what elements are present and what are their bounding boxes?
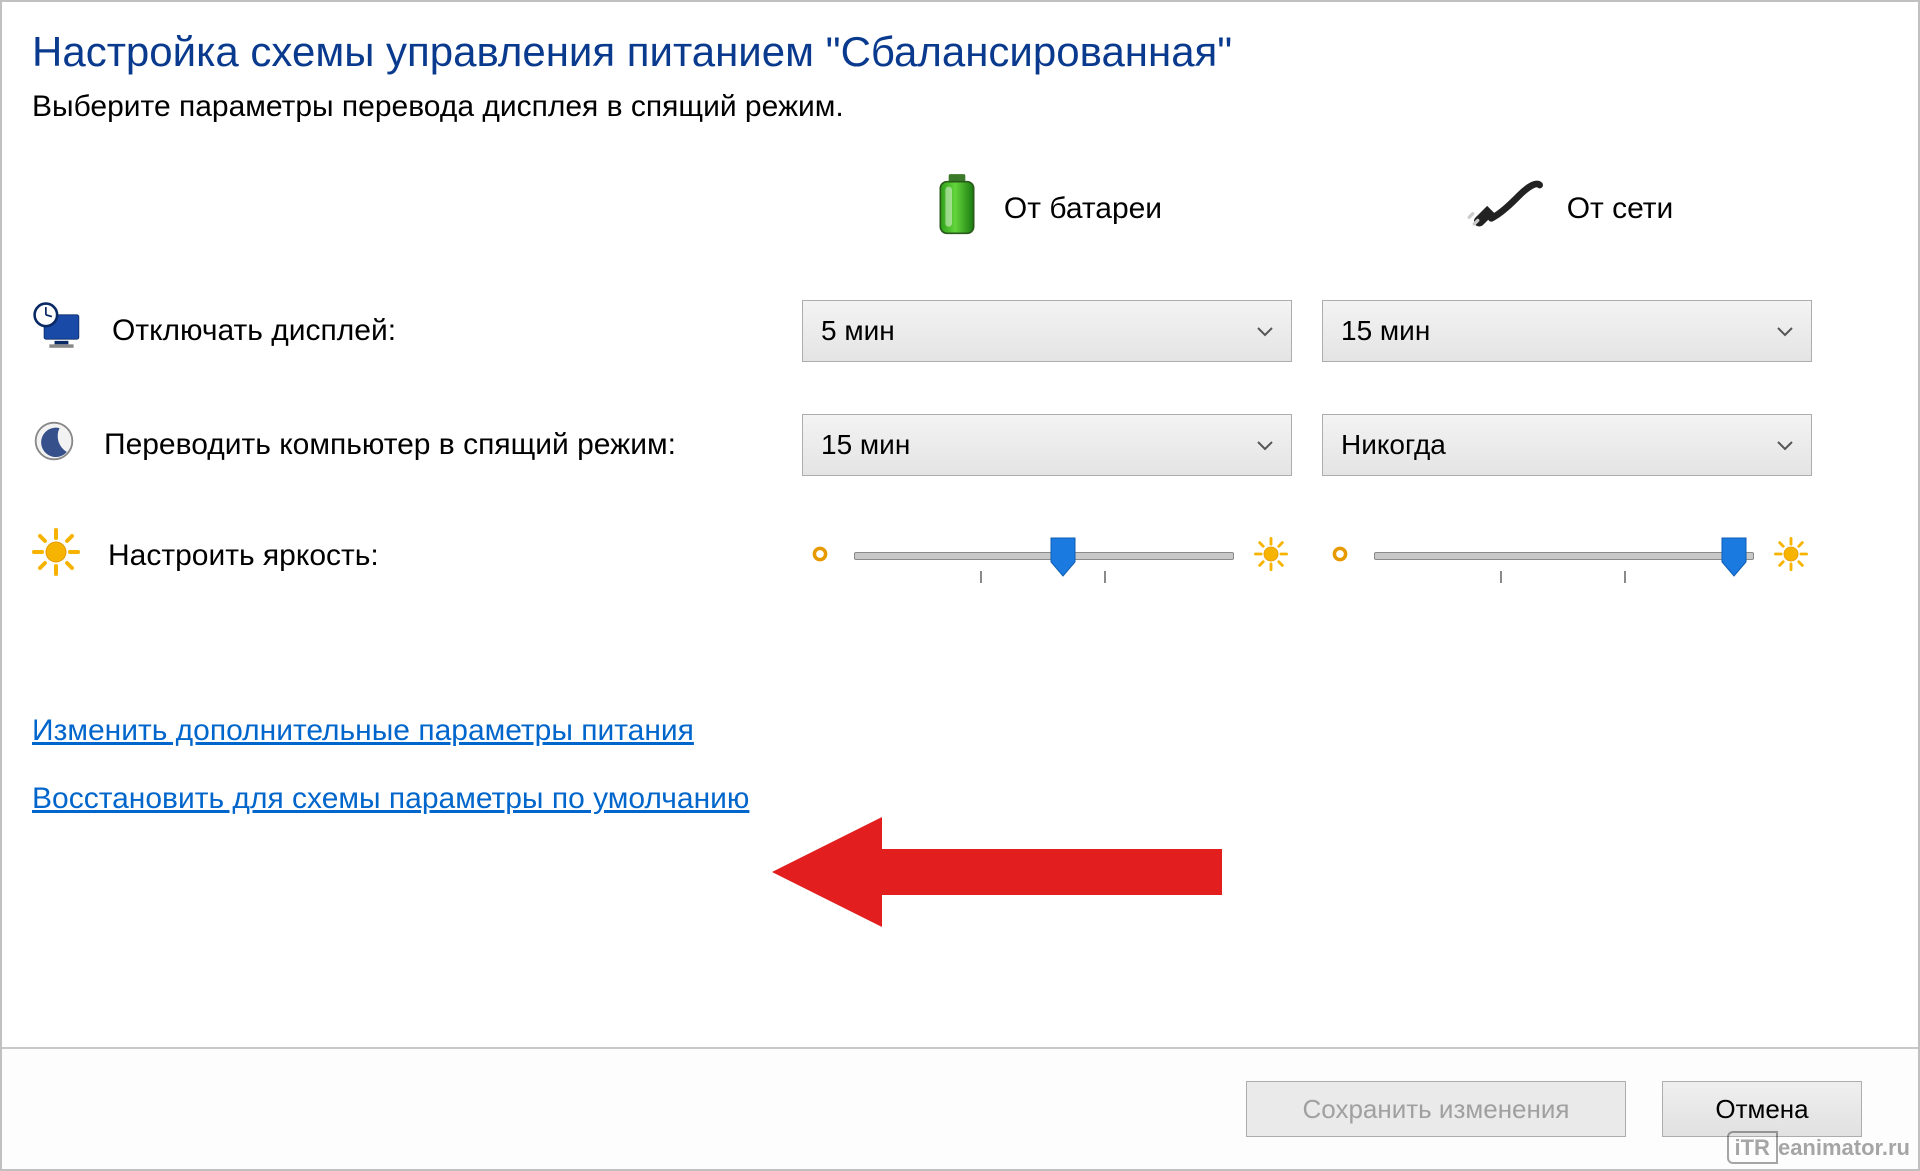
column-header-battery-label: От батареи <box>1004 192 1162 226</box>
sleep-battery-value: 15 мин <box>821 429 910 461</box>
sun-icon <box>32 528 80 584</box>
chevron-down-icon <box>1253 319 1277 343</box>
slider-thumb[interactable] <box>1721 537 1747 577</box>
row-sleep-label: Переводить компьютер в спящий режим: <box>32 419 772 471</box>
sleep-ac-select[interactable]: Никогда <box>1322 414 1812 476</box>
column-header-battery: От батареи <box>802 170 1292 248</box>
row-display-off-label: Отключать дисплей: <box>32 301 772 361</box>
chevron-down-icon <box>1773 319 1797 343</box>
monitor-clock-icon <box>32 301 84 361</box>
brightness-battery-slider[interactable] <box>802 537 1292 576</box>
sleep-ac-value: Никогда <box>1341 429 1446 461</box>
brightness-ac-slider[interactable] <box>1322 537 1812 576</box>
row-brightness-label: Настроить яркость: <box>32 528 772 584</box>
sun-dim-icon <box>1326 540 1354 573</box>
sun-bright-icon <box>1774 537 1808 576</box>
sun-bright-icon <box>1254 537 1288 576</box>
column-header-ac-label: От сети <box>1567 192 1674 226</box>
page-subtitle: Выберите параметры перевода дисплея в сп… <box>32 90 1888 124</box>
page-title: Настройка схемы управления питанием "Сба… <box>32 28 1888 76</box>
power-plug-icon <box>1461 180 1545 238</box>
display-off-ac-value: 15 мин <box>1341 315 1430 347</box>
link-advanced-power-settings[interactable]: Изменить дополнительные параметры питани… <box>32 714 694 748</box>
chevron-down-icon <box>1773 433 1797 457</box>
cancel-button[interactable]: Отмена <box>1662 1081 1862 1137</box>
sun-dim-icon <box>806 540 834 573</box>
display-off-ac-select[interactable]: 15 мин <box>1322 300 1812 362</box>
slider-thumb[interactable] <box>1050 537 1076 577</box>
display-off-battery-select[interactable]: 5 мин <box>802 300 1292 362</box>
column-header-ac: От сети <box>1322 180 1812 238</box>
moon-icon <box>32 419 76 471</box>
display-off-battery-value: 5 мин <box>821 315 895 347</box>
sleep-battery-select[interactable]: 15 мин <box>802 414 1292 476</box>
save-button: Сохранить изменения <box>1246 1081 1626 1137</box>
chevron-down-icon <box>1253 433 1277 457</box>
battery-icon <box>932 170 982 248</box>
link-restore-defaults[interactable]: Восстановить для схемы параметры по умол… <box>32 782 749 816</box>
